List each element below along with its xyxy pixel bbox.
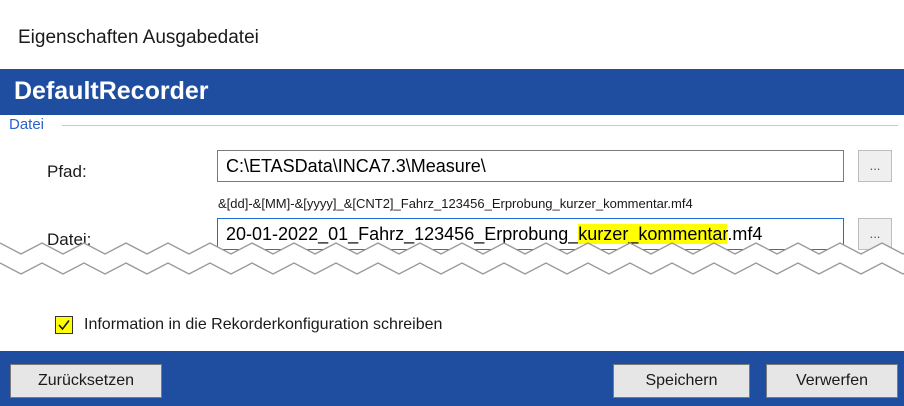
discard-button[interactable]: Verwerfen (766, 364, 898, 398)
window-titlebar: Eigenschaften Ausgabedatei (0, 0, 904, 69)
path-label: Pfad: (47, 162, 87, 181)
file-pattern-text: &[dd]-&[MM]-&[yyyy]_&[CNT2]_Fahrz_123456… (218, 196, 693, 211)
write-info-checkbox[interactable] (55, 316, 73, 334)
recorder-name: DefaultRecorder (14, 77, 209, 105)
path-browse-button[interactable]: ... (858, 150, 892, 182)
group-divider (62, 125, 898, 126)
group-label-datei: Datei (9, 116, 45, 133)
path-input[interactable]: C:\ETASData\INCA7.3\Measure\ (217, 150, 844, 182)
torn-edge-separator (0, 242, 904, 275)
write-info-label: Information in die Rekorderkonfiguration… (84, 316, 443, 333)
recorder-banner: DefaultRecorder (0, 69, 904, 115)
window-title: Eigenschaften Ausgabedatei (18, 27, 259, 48)
dialog-footer: Zurücksetzen Speichern Verwerfen (0, 351, 904, 406)
checkmark-icon (58, 320, 70, 331)
save-button[interactable]: Speichern (613, 364, 750, 398)
reset-button[interactable]: Zurücksetzen (10, 364, 162, 398)
